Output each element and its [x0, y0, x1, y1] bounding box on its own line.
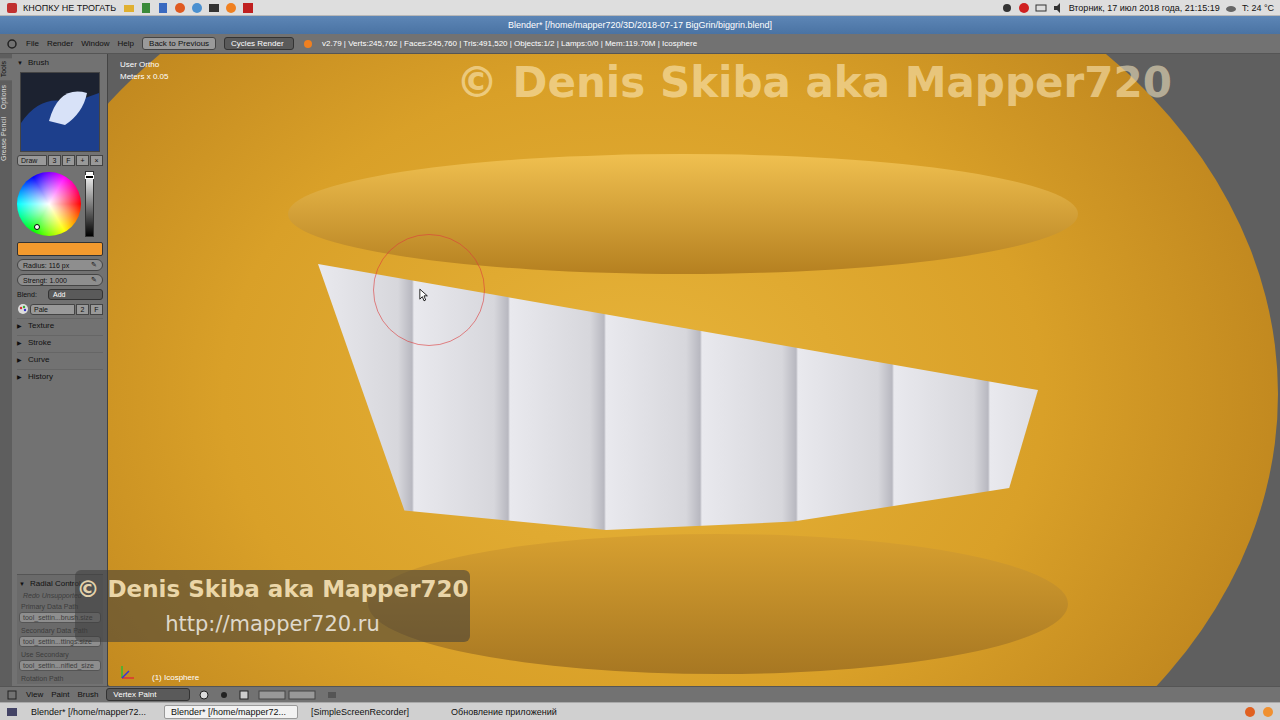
brush-thumbnail-icon: [20, 72, 100, 152]
viewport-header: View Paint Brush Vertex Paint: [0, 686, 1280, 702]
operator-label: Rotation Path: [19, 673, 101, 682]
filezilla-icon[interactable]: [242, 2, 254, 14]
viewport-info: User Ortho Meters x 0.05: [120, 60, 168, 81]
back-to-previous-button[interactable]: Back to Previous: [142, 37, 216, 50]
shelf-tab[interactable]: Options: [0, 82, 12, 112]
shelf-section[interactable]: ▶History: [17, 369, 103, 383]
desktop: КНОПКУ НЕ ТРОГАТЬ Вторник, 17 июл 2018 г…: [0, 0, 1280, 720]
layers-icon[interactable]: [258, 689, 318, 701]
color-picker-dot[interactable]: [34, 224, 40, 230]
menu-item[interactable]: Window: [81, 39, 109, 48]
blender-main-area: ToolsOptionsGrease Pencil ▼Brush Draw 3 …: [0, 54, 1280, 686]
chrome-icon[interactable]: [191, 2, 203, 14]
mail-icon[interactable]: [1035, 2, 1047, 14]
brush-fake-user-button[interactable]: F: [62, 155, 75, 166]
shelf-tab[interactable]: Grease Pencil: [0, 114, 12, 164]
operator-field[interactable]: tool_settin...nified_size: [19, 660, 101, 671]
clock[interactable]: Вторник, 17 июл 2018 года, 21:15:19: [1069, 3, 1220, 13]
temperature[interactable]: T: 24 °C: [1242, 3, 1274, 13]
brush-preview[interactable]: [17, 72, 103, 152]
watermark: © Denis Skiba aka Mapper720: [456, 58, 1172, 107]
menu-item[interactable]: File: [26, 39, 39, 48]
firefox-tray-icon[interactable]: [1244, 706, 1256, 718]
palette-icon: [17, 303, 29, 315]
editor-type-icon[interactable]: [6, 689, 18, 701]
brush-remove-button[interactable]: ×: [90, 155, 103, 166]
brush-users[interactable]: 3: [48, 155, 61, 166]
radius-field[interactable]: Radius: 116 px✎: [17, 259, 103, 271]
render-engine-dropdown[interactable]: Cycles Render: [224, 37, 294, 50]
palette-name-field[interactable]: Pale: [30, 304, 75, 315]
brush-color-swatch[interactable]: [17, 242, 103, 256]
palette-users[interactable]: 2: [76, 304, 89, 315]
apps-menu-icon[interactable]: [6, 2, 18, 14]
color-wheel[interactable]: [17, 172, 81, 236]
window-title: Blender* [/home/mapper720/3D/2018-07-17 …: [508, 20, 772, 30]
blender-icon[interactable]: [225, 2, 237, 14]
folder-icon[interactable]: [123, 2, 135, 14]
blender-tray-icon[interactable]: [1262, 706, 1274, 718]
blend-label: Blend:: [17, 291, 47, 298]
window-titlebar[interactable]: Blender* [/home/mapper720/3D/2018-07-17 …: [0, 16, 1280, 34]
document-icon[interactable]: [140, 2, 152, 14]
network-icon[interactable]: [1001, 2, 1013, 14]
menu-item[interactable]: Paint: [51, 690, 69, 699]
watermark-url: http://mapper720.ru: [165, 612, 380, 636]
view-name: User Ortho: [120, 60, 168, 69]
shading-icon[interactable]: [198, 689, 210, 701]
axis-gizmo-icon: [118, 662, 138, 682]
menu-item[interactable]: View: [26, 690, 43, 699]
mask-icon[interactable]: [238, 689, 250, 701]
launcher-label[interactable]: КНОПКУ НЕ ТРОГАТЬ: [23, 3, 116, 13]
text-icon[interactable]: [157, 2, 169, 14]
active-object-label: (1) Icosphere: [152, 673, 199, 682]
show-desktop-icon[interactable]: [6, 706, 18, 718]
brush-cursor: [373, 234, 485, 346]
blender-logo-icon: [302, 38, 314, 50]
brush-add-button[interactable]: +: [76, 155, 89, 166]
mode-dropdown[interactable]: Vertex Paint: [106, 688, 190, 701]
value-slider[interactable]: [85, 171, 94, 237]
record-icon[interactable]: [1018, 2, 1030, 14]
shelf-tab[interactable]: Tools: [0, 58, 12, 80]
blend-dropdown[interactable]: Add: [48, 289, 103, 300]
brush-panel-header[interactable]: ▼Brush: [17, 56, 103, 69]
grid-scale: Meters x 0.05: [120, 72, 168, 81]
shelf-section[interactable]: ▶Stroke: [17, 335, 103, 349]
shelf-section[interactable]: ▶Texture: [17, 318, 103, 332]
taskbar: Blender* [/home/mapper72... Blender* [/ho…: [0, 702, 1280, 720]
shelf-section[interactable]: ▶Curve: [17, 352, 103, 366]
editor-type-icon[interactable]: [6, 38, 18, 50]
taskbar-item[interactable]: Blender* [/home/mapper72...: [164, 705, 298, 719]
palette-fake-user-button[interactable]: F: [90, 304, 103, 315]
watermark-box: © Denis Skiba aka Mapper720 http://mappe…: [75, 570, 470, 642]
shelf-tabs: Tools Options Grease Pencil: [0, 54, 12, 686]
browser-icon[interactable]: [174, 2, 186, 14]
menu-item[interactable]: Help: [118, 39, 134, 48]
mouse-cursor-icon: [419, 288, 429, 302]
pivot-icon[interactable]: [218, 689, 230, 701]
scene-stats: v2.79 | Verts:245,762 | Faces:245,760 | …: [322, 39, 697, 48]
system-panel: КНОПКУ НЕ ТРОГАТЬ Вторник, 17 июл 2018 г…: [0, 0, 1280, 16]
strength-field[interactable]: Strengt: 1.000✎: [17, 274, 103, 286]
info-header: File Render Window Help Back to Previous Cy…: [0, 34, 1280, 54]
volume-icon[interactable]: [1052, 2, 1064, 14]
terminal-icon[interactable]: [208, 2, 220, 14]
operator-label: Use Secondary: [19, 649, 101, 658]
render-icon[interactable]: [326, 689, 338, 701]
weather-icon[interactable]: [1225, 2, 1237, 14]
menu-item[interactable]: Brush: [77, 690, 98, 699]
taskbar-item[interactable]: Обновление приложений: [444, 705, 578, 719]
taskbar-item[interactable]: Blender* [/home/mapper72...: [24, 705, 158, 719]
watermark-title: © Denis Skiba aka Mapper720: [76, 576, 468, 602]
menu-item[interactable]: Render: [47, 39, 73, 48]
brush-name-field[interactable]: Draw: [17, 155, 47, 166]
taskbar-item[interactable]: [SimpleScreenRecorder]: [304, 705, 438, 719]
